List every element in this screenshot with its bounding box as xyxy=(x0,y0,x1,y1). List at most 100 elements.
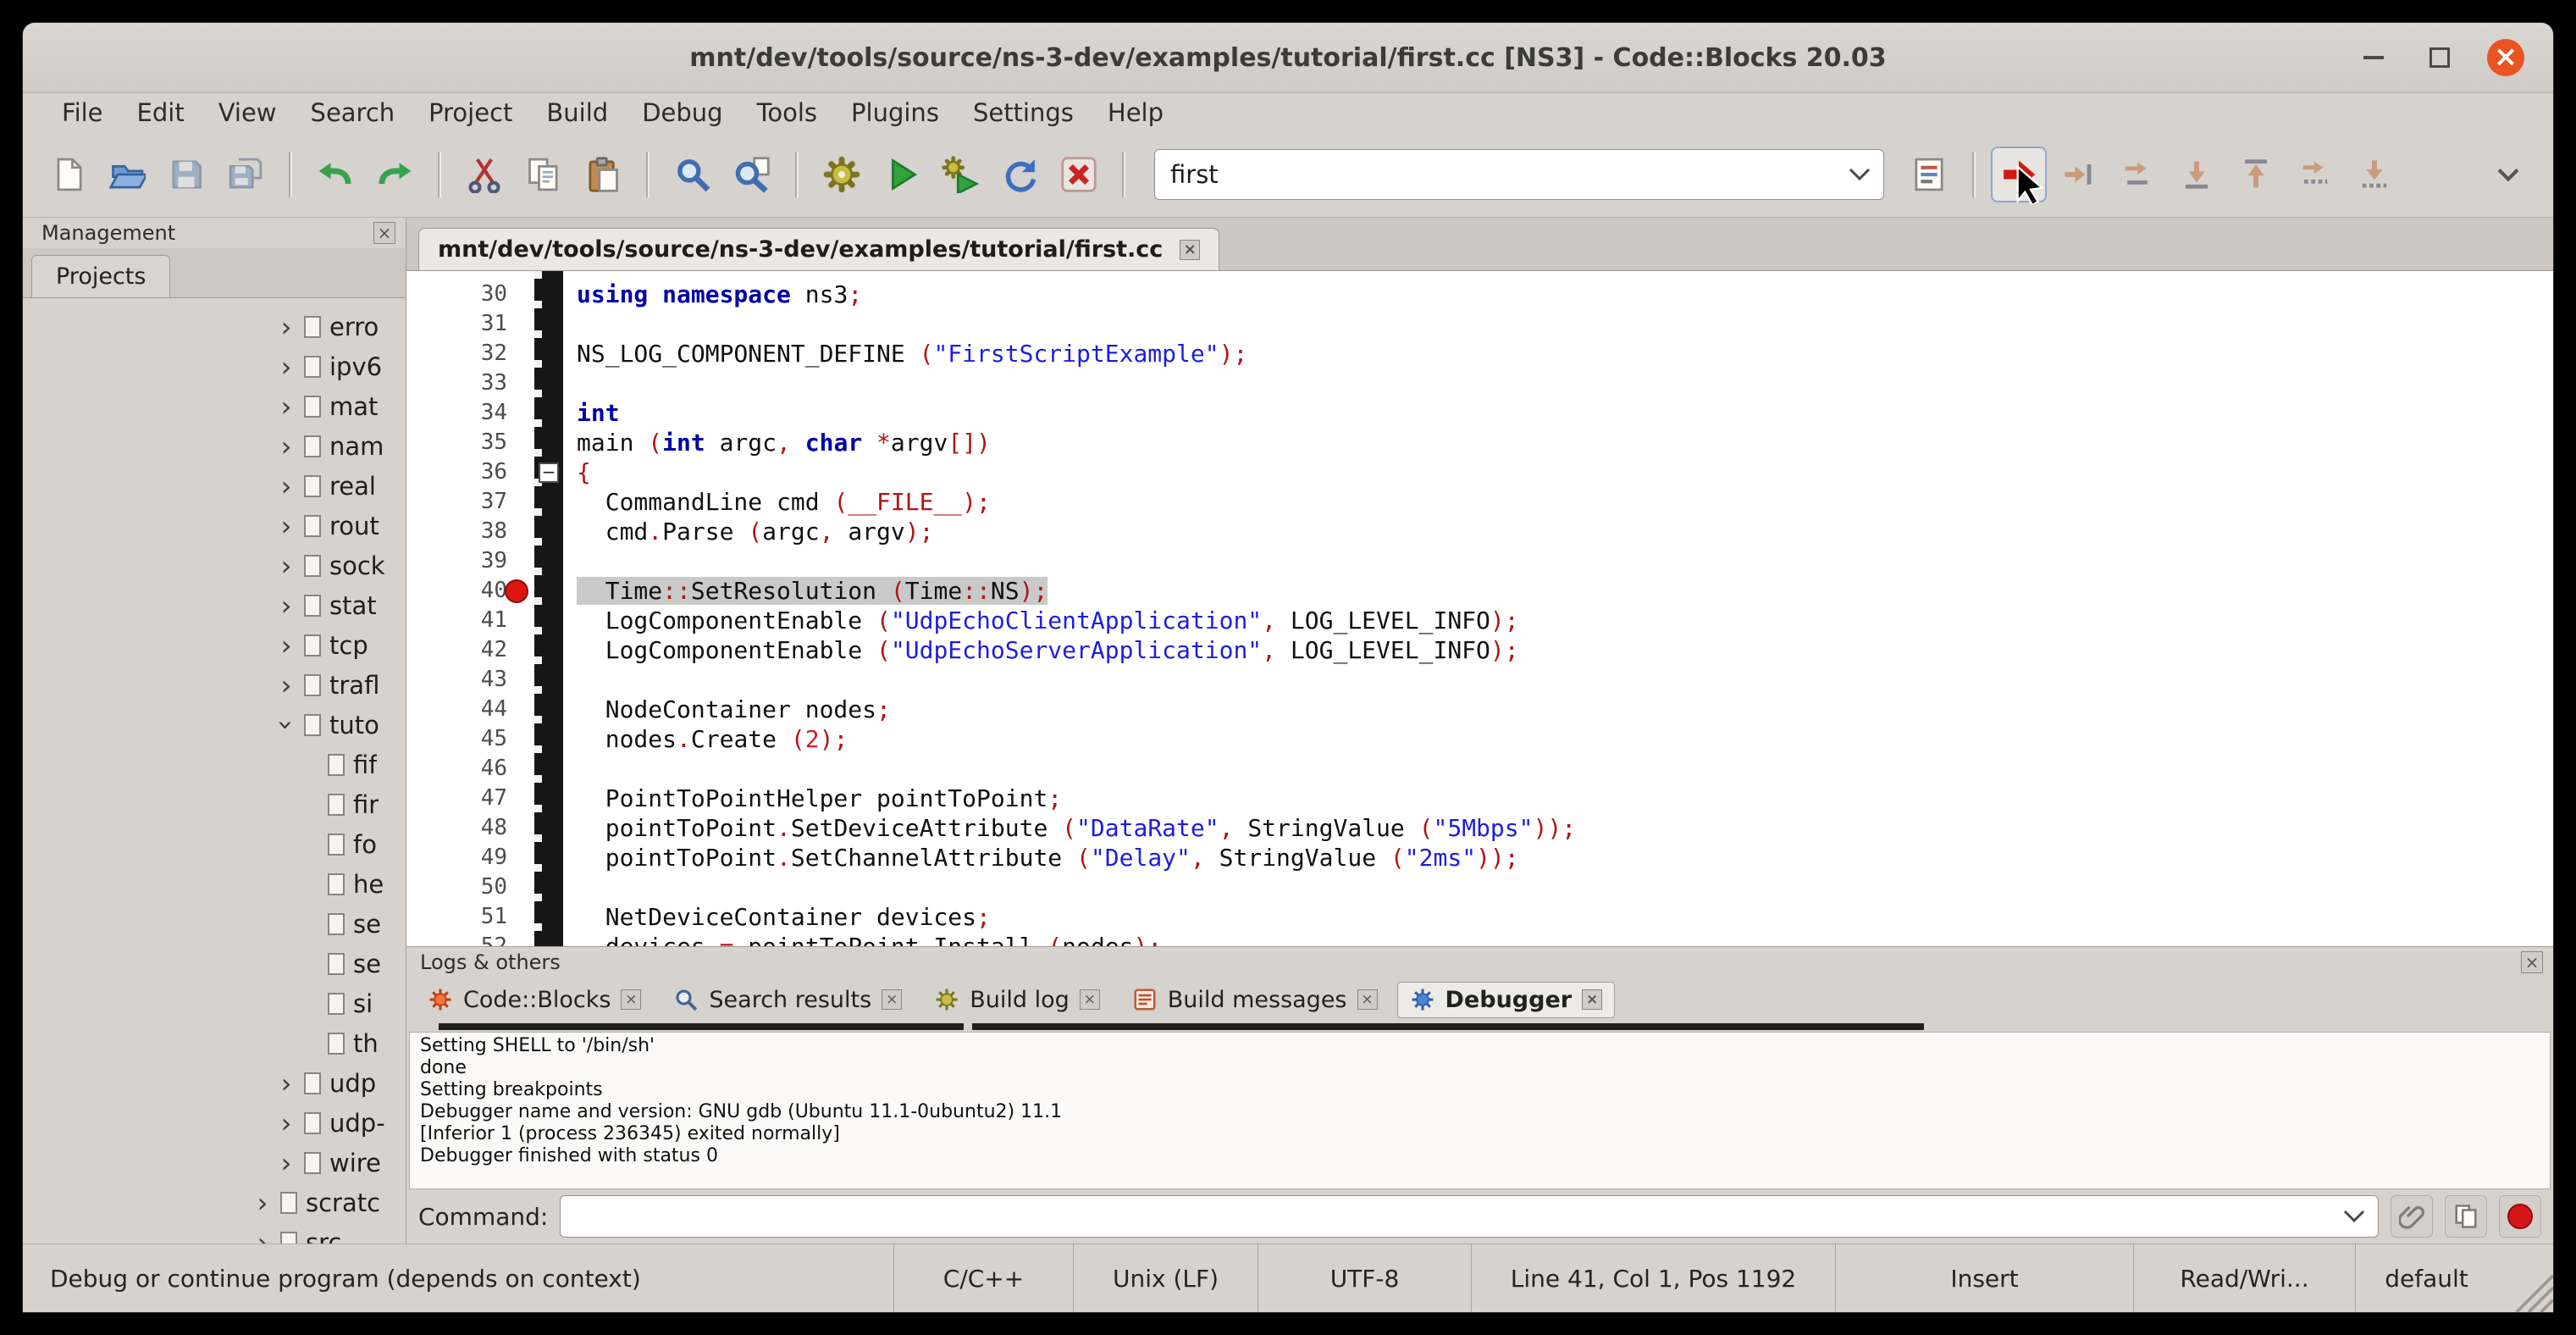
tab-close-icon[interactable] xyxy=(1582,989,1602,1010)
expand-chevron-icon[interactable] xyxy=(274,592,299,619)
tab-projects[interactable]: Projects xyxy=(31,255,170,297)
debug-continue-button[interactable] xyxy=(1993,148,2045,201)
menu-item-file[interactable]: File xyxy=(45,96,120,130)
log-tab-debugger[interactable]: Debugger xyxy=(1397,982,1616,1018)
search-options-button[interactable] xyxy=(1903,148,1955,201)
rebuild-button[interactable] xyxy=(993,148,1046,201)
tree-item-nam[interactable]: nam xyxy=(23,426,406,466)
search-combo-dropdown-button[interactable] xyxy=(1836,150,1883,199)
expand-chevron-icon[interactable] xyxy=(250,1189,275,1216)
step-into-instruction-button[interactable] xyxy=(2348,148,2401,201)
expand-chevron-icon[interactable] xyxy=(274,473,299,500)
debugger-log[interactable]: Setting SHELL to '/bin/sh'doneSetting br… xyxy=(409,1032,2551,1189)
tree-item-udp[interactable]: udp xyxy=(23,1063,406,1103)
tree-item-he[interactable]: he xyxy=(23,864,406,904)
tree-item-fir[interactable]: fir xyxy=(23,784,406,824)
tab-close-icon[interactable] xyxy=(1080,989,1100,1010)
step-into-button[interactable] xyxy=(2170,148,2223,201)
find-button[interactable] xyxy=(666,148,719,201)
menu-item-edit[interactable]: Edit xyxy=(120,96,202,130)
tree-item-real[interactable]: real xyxy=(23,466,406,506)
tree-item-scratc[interactable]: scratc xyxy=(23,1183,406,1222)
next-line-button[interactable] xyxy=(2111,148,2164,201)
code-line[interactable]: 36{ xyxy=(406,457,2553,487)
menu-item-project[interactable]: Project xyxy=(412,96,529,130)
code-line[interactable]: 31 xyxy=(406,309,2553,339)
maximize-button[interactable] xyxy=(2421,39,2458,76)
command-combo[interactable] xyxy=(560,1195,2379,1238)
code-line[interactable]: 49 pointToPoint.SetChannelAttribute ("De… xyxy=(406,843,2553,872)
tree-item-se[interactable]: se xyxy=(23,944,406,983)
menu-item-search[interactable]: Search xyxy=(294,96,412,130)
expand-chevron-icon[interactable] xyxy=(274,512,299,540)
expand-chevron-icon[interactable] xyxy=(274,1149,299,1177)
tab-close-icon[interactable] xyxy=(882,989,902,1010)
code-line[interactable]: 52 devices = pointToPoint.Install (nodes… xyxy=(406,932,2553,946)
open-file-button[interactable] xyxy=(101,148,153,201)
code-editor[interactable]: 30using namespace ns3;3132NS_LOG_COMPONE… xyxy=(406,271,2553,946)
menu-item-settings[interactable]: Settings xyxy=(956,96,1091,130)
management-close-icon[interactable] xyxy=(373,222,395,244)
editor-tab-first-cc[interactable]: mnt/dev/tools/source/ns-3-dev/examples/t… xyxy=(418,228,1219,270)
stop-debugger-button[interactable] xyxy=(2499,1195,2541,1238)
code-line[interactable]: 30using namespace ns3; xyxy=(406,280,2553,309)
code-line[interactable]: 45 nodes.Create (2); xyxy=(406,724,2553,754)
collapse-chevron-icon[interactable] xyxy=(273,712,300,738)
code-line[interactable]: 43 xyxy=(406,665,2553,695)
expand-chevron-icon[interactable] xyxy=(274,552,299,579)
title-bar[interactable]: mnt/dev/tools/source/ns-3-dev/examples/t… xyxy=(23,23,2553,93)
paste-button[interactable] xyxy=(577,148,629,201)
save-button[interactable] xyxy=(160,148,213,201)
attach-file-button[interactable] xyxy=(2391,1195,2433,1238)
menu-item-view[interactable]: View xyxy=(202,96,294,130)
expand-chevron-icon[interactable] xyxy=(250,1229,275,1244)
code-line[interactable]: 41 LogComponentEnable ("UdpEchoClientApp… xyxy=(406,606,2553,635)
minimize-button[interactable] xyxy=(2355,39,2392,76)
cut-button[interactable] xyxy=(458,148,511,201)
editor-tab-close-icon[interactable] xyxy=(1180,240,1200,260)
menu-item-tools[interactable]: Tools xyxy=(740,96,834,130)
log-tab-code-blocks[interactable]: Code::Blocks xyxy=(415,982,654,1018)
next-instruction-button[interactable] xyxy=(2289,148,2341,201)
code-line[interactable]: 44 NodeContainer nodes; xyxy=(406,695,2553,724)
close-button[interactable] xyxy=(2487,39,2524,76)
expand-chevron-icon[interactable] xyxy=(274,672,299,699)
tree-item-si[interactable]: si xyxy=(23,983,406,1023)
code-line[interactable]: 32NS_LOG_COMPONENT_DEFINE ("FirstScriptE… xyxy=(406,339,2553,368)
tree-item-se[interactable]: se xyxy=(23,904,406,944)
expand-chevron-icon[interactable] xyxy=(274,1070,299,1097)
code-line[interactable]: 34int xyxy=(406,398,2553,428)
copy-log-button[interactable] xyxy=(2445,1195,2487,1238)
expand-chevron-icon[interactable] xyxy=(274,313,299,341)
expand-chevron-icon[interactable] xyxy=(274,433,299,460)
new-file-button[interactable] xyxy=(41,148,94,201)
tree-item-stat[interactable]: stat xyxy=(23,585,406,625)
run-button[interactable] xyxy=(875,148,927,201)
expand-chevron-icon[interactable] xyxy=(274,1110,299,1137)
tree-item-src[interactable]: src xyxy=(23,1222,406,1244)
command-input[interactable] xyxy=(561,1204,2330,1230)
tree-item-ipv6[interactable]: ipv6 xyxy=(23,346,406,386)
undo-button[interactable] xyxy=(309,148,362,201)
log-tab-build-log[interactable]: Build log xyxy=(921,982,1113,1018)
expand-chevron-icon[interactable] xyxy=(274,393,299,420)
tree-item-wire[interactable]: wire xyxy=(23,1143,406,1183)
build-and-run-button[interactable] xyxy=(934,148,987,201)
breakpoint-icon[interactable] xyxy=(505,579,528,603)
resize-grip[interactable] xyxy=(2497,1244,2553,1312)
log-tab-search-results[interactable]: Search results xyxy=(661,982,915,1018)
menu-item-plugins[interactable]: Plugins xyxy=(834,96,956,130)
run-to-cursor-button[interactable] xyxy=(2052,148,2104,201)
code-line[interactable]: 35main (int argc, char *argv[]) xyxy=(406,428,2553,457)
abort-build-button[interactable] xyxy=(1053,148,1105,201)
code-line[interactable]: 50 xyxy=(406,872,2553,902)
command-dropdown-button[interactable] xyxy=(2330,1196,2378,1237)
menu-item-help[interactable]: Help xyxy=(1091,96,1180,130)
copy-button[interactable] xyxy=(517,148,570,201)
tree-item-erro[interactable]: erro xyxy=(23,307,406,346)
tree-item-tuto[interactable]: tuto xyxy=(23,705,406,745)
tree-item-udp-[interactable]: udp- xyxy=(23,1103,406,1143)
logs-close-icon[interactable] xyxy=(2521,951,2543,973)
code-line[interactable]: 40 Time::SetResolution (Time::NS); xyxy=(406,576,2553,606)
save-all-button[interactable] xyxy=(219,148,272,201)
